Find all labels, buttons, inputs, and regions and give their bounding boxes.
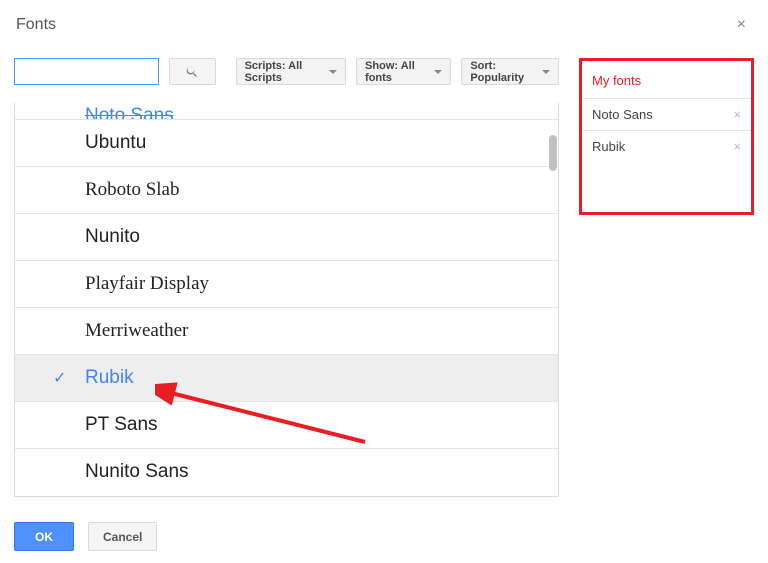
font-row[interactable]: Playfair Display bbox=[15, 260, 558, 307]
controls-row: Scripts: All Scripts Show: All fonts Sor… bbox=[14, 58, 559, 85]
font-name: Roboto Slab bbox=[85, 179, 179, 201]
my-fonts-panel: My fonts Noto Sans × Rubik × bbox=[579, 58, 754, 215]
font-name: Merriweather bbox=[85, 320, 188, 342]
my-font-name: Rubik bbox=[592, 139, 625, 154]
font-name: Nunito bbox=[85, 226, 140, 248]
ok-label: OK bbox=[35, 530, 53, 544]
font-row[interactable]: Nunito Sans bbox=[15, 448, 558, 495]
main-row: Scripts: All Scripts Show: All fonts Sor… bbox=[10, 58, 758, 497]
font-row[interactable]: PT Sans bbox=[15, 401, 558, 448]
font-row[interactable]: Ubuntu bbox=[15, 119, 558, 166]
search-button[interactable] bbox=[169, 58, 216, 85]
my-font-item: Rubik × bbox=[582, 130, 751, 162]
checkmark-icon: ✓ bbox=[53, 368, 66, 388]
show-filter[interactable]: Show: All fonts bbox=[356, 58, 451, 85]
my-font-item: Noto Sans × bbox=[582, 98, 751, 130]
right-column: My fonts Noto Sans × Rubik × bbox=[579, 58, 754, 497]
font-row[interactable]: Nunito bbox=[15, 213, 558, 260]
my-font-name: Noto Sans bbox=[592, 107, 653, 122]
scripts-filter[interactable]: Scripts: All Scripts bbox=[236, 58, 346, 85]
cancel-label: Cancel bbox=[103, 530, 142, 544]
font-name: PT Sans bbox=[85, 414, 158, 436]
scripts-filter-label: Scripts: All Scripts bbox=[245, 60, 323, 84]
sort-filter[interactable]: Sort: Popularity bbox=[461, 58, 559, 85]
dialog-header: Fonts × bbox=[10, 14, 758, 40]
scrollbar-thumb[interactable] bbox=[549, 135, 557, 171]
sort-filter-label: Sort: Popularity bbox=[470, 60, 536, 84]
dialog-title: Fonts bbox=[16, 16, 56, 34]
font-row[interactable]: Roboto Slab bbox=[15, 166, 558, 213]
dialog-footer: OK Cancel bbox=[14, 522, 157, 551]
font-name: Nunito Sans bbox=[85, 461, 189, 483]
remove-font-icon[interactable]: × bbox=[733, 107, 741, 122]
show-filter-label: Show: All fonts bbox=[365, 60, 428, 84]
chevron-down-icon bbox=[542, 70, 550, 74]
my-fonts-title: My fonts bbox=[582, 61, 751, 98]
left-column: Scripts: All Scripts Show: All fonts Sor… bbox=[14, 58, 559, 497]
font-row-partial[interactable]: Noto Sans bbox=[15, 103, 558, 119]
search-icon bbox=[185, 65, 199, 79]
remove-font-icon[interactable]: × bbox=[733, 139, 741, 154]
cancel-button[interactable]: Cancel bbox=[88, 522, 157, 551]
font-name: Ubuntu bbox=[85, 132, 146, 154]
font-name: Rubik bbox=[85, 367, 134, 389]
search-input[interactable] bbox=[14, 58, 159, 85]
chevron-down-icon bbox=[434, 70, 442, 74]
close-icon[interactable]: × bbox=[731, 14, 752, 36]
font-row[interactable]: Merriweather bbox=[15, 307, 558, 354]
fonts-dialog: Fonts × Scripts: All Scripts Show: All f… bbox=[0, 0, 768, 563]
font-name: Playfair Display bbox=[85, 273, 209, 295]
font-list[interactable]: Noto Sans Ubuntu Roboto Slab Nunito Playfai… bbox=[14, 103, 559, 497]
font-name: Noto Sans bbox=[85, 105, 174, 119]
font-row[interactable]: ✓ Rubik bbox=[15, 354, 558, 401]
chevron-down-icon bbox=[329, 70, 337, 74]
ok-button[interactable]: OK bbox=[14, 522, 74, 551]
